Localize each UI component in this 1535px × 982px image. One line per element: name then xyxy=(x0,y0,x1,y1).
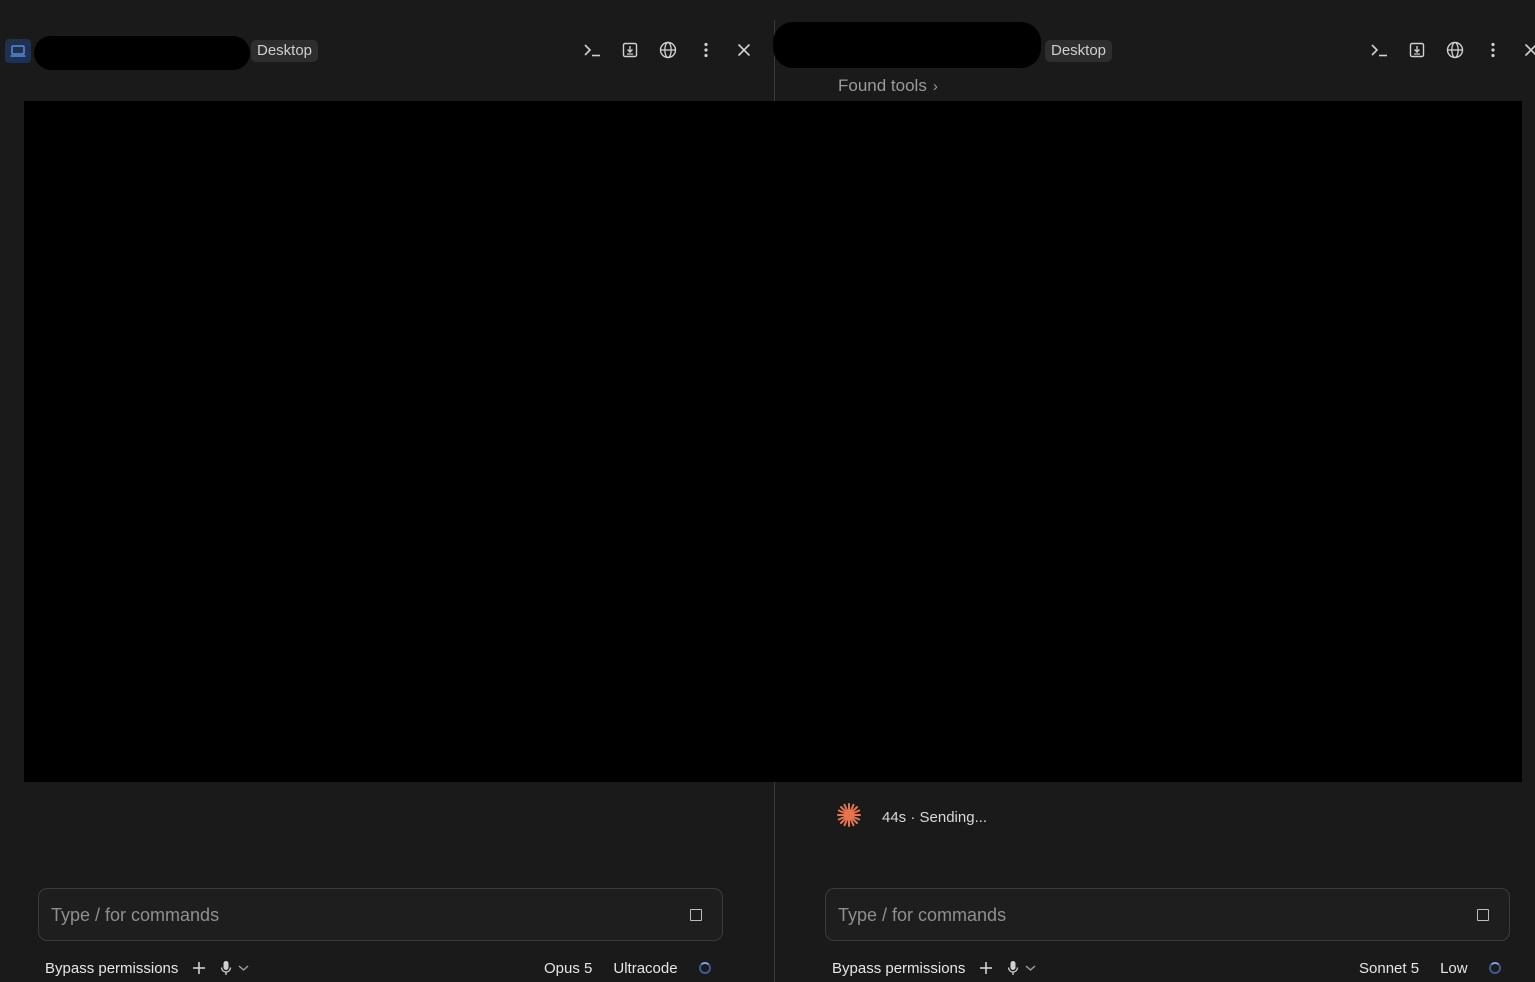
left-footer: Bypass permissions xyxy=(45,956,263,980)
terminal-icon[interactable] xyxy=(1369,38,1389,62)
close-icon[interactable] xyxy=(1521,38,1535,62)
stop-icon[interactable] xyxy=(1477,909,1489,921)
spinner-icon xyxy=(698,962,711,974)
sending-status: 44s · Sending... xyxy=(836,802,987,833)
sparkle-icon xyxy=(836,802,862,833)
model-selector[interactable]: Sonnet 5 xyxy=(1359,960,1419,977)
terminal-icon[interactable] xyxy=(582,38,602,62)
right-footer: Bypass permissions xyxy=(832,956,1050,980)
mode-selector[interactable]: Ultracode xyxy=(613,960,677,977)
right-header-actions xyxy=(1369,38,1535,62)
spinner-icon xyxy=(1488,962,1501,974)
found-tools-label: Found tools xyxy=(838,76,927,95)
right-pane-header: Desktop xyxy=(773,22,1535,70)
permissions-toggle[interactable]: Bypass permissions xyxy=(832,960,965,977)
close-icon[interactable] xyxy=(734,38,754,62)
effort-selector[interactable]: Low xyxy=(1440,960,1468,977)
environment-chip: Desktop xyxy=(1045,40,1113,62)
globe-icon[interactable] xyxy=(658,38,678,62)
permissions-toggle[interactable]: Bypass permissions xyxy=(45,960,178,977)
environment-chip: Desktop xyxy=(251,40,319,62)
chevron-right-icon: › xyxy=(932,78,938,95)
left-model-settings: Opus 5 Ultracode xyxy=(544,956,711,980)
more-vertical-icon[interactable] xyxy=(1483,38,1503,62)
microphone-icon[interactable] xyxy=(220,960,232,976)
redacted-title xyxy=(773,22,1041,68)
app-window: ❐ ✕ Desktop xyxy=(0,0,1535,982)
chevron-down-icon[interactable] xyxy=(238,964,249,972)
chevron-down-icon[interactable] xyxy=(1025,964,1036,972)
left-header-actions xyxy=(582,38,754,62)
laptop-icon[interactable] xyxy=(5,39,31,63)
download-icon[interactable] xyxy=(620,38,640,62)
stop-icon[interactable] xyxy=(690,909,702,921)
globe-icon[interactable] xyxy=(1445,38,1465,62)
left-prompt-input[interactable]: Type / for commands xyxy=(38,888,723,941)
status-text: 44s · Sending... xyxy=(882,809,988,826)
prompt-placeholder: Type / for commands xyxy=(838,905,1007,925)
left-pane-header: Desktop xyxy=(0,34,774,70)
model-selector[interactable]: Opus 5 xyxy=(544,960,592,977)
prompt-placeholder: Type / for commands xyxy=(51,905,220,925)
microphone-icon[interactable] xyxy=(1007,960,1019,976)
content-overlay xyxy=(24,101,1522,782)
plus-icon[interactable] xyxy=(979,961,993,975)
download-icon[interactable] xyxy=(1407,38,1427,62)
right-prompt-input[interactable]: Type / for commands xyxy=(825,888,1510,941)
plus-icon[interactable] xyxy=(192,961,206,975)
more-vertical-icon[interactable] xyxy=(696,38,716,62)
found-tools-toggle[interactable]: Found tools › xyxy=(838,76,938,96)
right-model-settings: Sonnet 5 Low xyxy=(1359,956,1501,980)
redacted-title xyxy=(34,36,250,70)
